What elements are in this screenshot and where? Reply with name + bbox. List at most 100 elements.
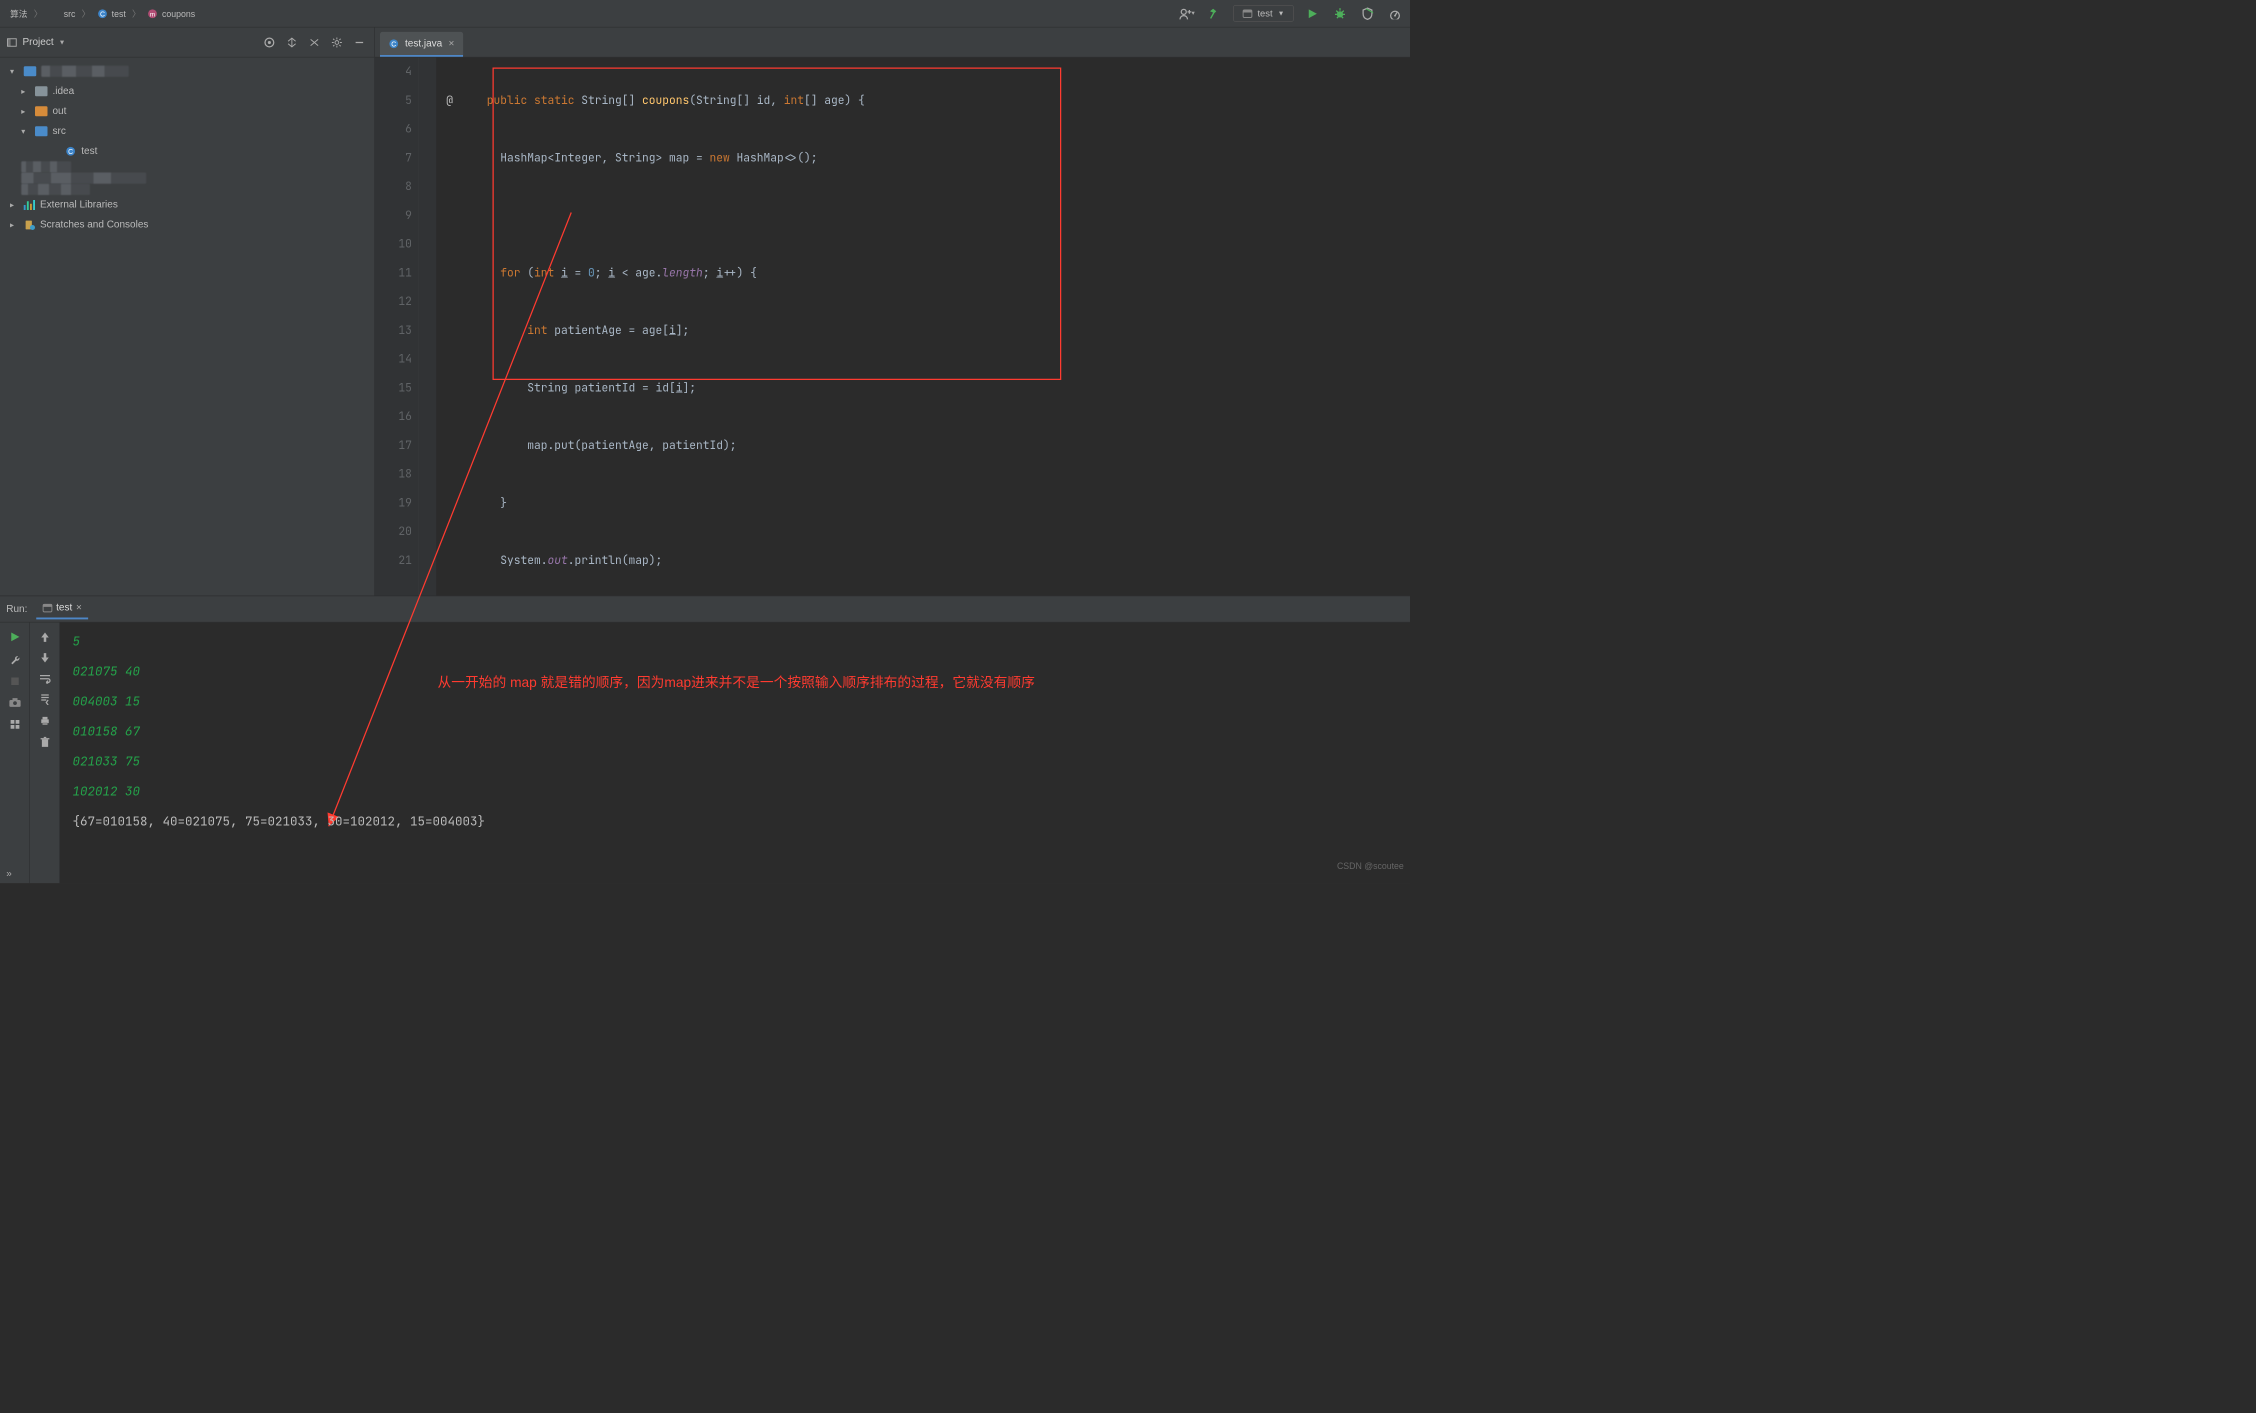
run-side-toolbar-2	[30, 623, 60, 884]
svg-text:C: C	[100, 11, 105, 18]
folder-icon	[24, 66, 37, 76]
folder-icon	[35, 106, 48, 116]
navbar-right: ▾ test ▼	[1178, 5, 1404, 23]
camera-icon[interactable]	[8, 698, 21, 708]
application-icon	[1242, 8, 1252, 18]
svg-text:C: C	[68, 149, 73, 156]
breadcrumb: 算法 〉 src 〉 Ctest 〉 mcoupons	[6, 5, 199, 23]
layout-icon[interactable]	[9, 719, 20, 730]
close-icon[interactable]: ×	[76, 603, 82, 614]
library-icon	[24, 200, 35, 210]
svg-text:C: C	[391, 41, 396, 48]
project-header: Project ▼	[0, 28, 374, 58]
crumb-2[interactable]: Ctest	[93, 5, 130, 21]
hammer-icon[interactable]	[1206, 5, 1224, 23]
class-icon: C	[65, 146, 76, 157]
chevron-right-icon: ▸	[10, 215, 19, 235]
chevron-down-icon: ▾	[10, 61, 19, 81]
class-icon: C	[97, 8, 108, 19]
svg-text:m: m	[150, 11, 155, 18]
navbar: 算法 〉 src 〉 Ctest 〉 mcoupons ▾ test ▼	[0, 0, 1410, 28]
gutter: 456789101112131415161718192021	[375, 58, 419, 596]
collapse-all-icon[interactable]	[306, 33, 324, 51]
tab-label: test.java	[405, 38, 442, 49]
console-line: 021075 40	[73, 656, 1398, 686]
crumb-1[interactable]: src	[45, 5, 79, 21]
minimize-icon[interactable]	[351, 33, 369, 51]
blurred-text	[41, 66, 129, 77]
tree-out[interactable]: ▸out	[0, 101, 374, 121]
chevron-right-icon: ▸	[10, 195, 19, 215]
chevron-down-icon: ▾	[21, 121, 30, 141]
down-icon[interactable]	[40, 653, 49, 664]
tree-scratches[interactable]: ▸Scratches and Consoles	[0, 215, 374, 235]
console-line: 010158 67	[73, 716, 1398, 746]
select-open-file-icon[interactable]	[261, 33, 279, 51]
folder-icon	[35, 126, 48, 136]
run-side-toolbar	[0, 623, 30, 884]
stop-icon[interactable]	[10, 676, 20, 686]
wrench-icon[interactable]	[9, 654, 20, 665]
console-line: 102012 30	[73, 776, 1398, 806]
class-icon: C	[389, 38, 399, 48]
crumb-0[interactable]: 算法	[6, 5, 31, 23]
blurred-text	[21, 161, 71, 172]
method-icon: m	[147, 8, 158, 19]
code-surface[interactable]: @ public static String[] coupons(String[…	[436, 58, 1410, 596]
crumb-3[interactable]: mcoupons	[143, 5, 199, 21]
scroll-end-icon[interactable]	[39, 694, 50, 705]
coverage-icon[interactable]	[1359, 5, 1377, 23]
user-add-icon[interactable]: ▾	[1178, 5, 1196, 23]
close-icon[interactable]: ×	[448, 38, 454, 49]
console-line: {67=010158, 40=021075, 75=021033, 30=102…	[73, 806, 1398, 836]
project-sidebar: Project ▼ ▾ ▸.idea ▸out ▾src Ctest ▸Exte…	[0, 28, 375, 596]
editor-tabs: C test.java ×	[375, 28, 1410, 58]
chevron-right-icon: 〉	[82, 7, 91, 20]
tree-external-libs[interactable]: ▸External Libraries	[0, 195, 374, 215]
expand-all-icon[interactable]	[283, 33, 301, 51]
gear-icon[interactable]	[328, 33, 346, 51]
folder-icon	[35, 86, 48, 96]
project-tree: ▾ ▸.idea ▸out ▾src Ctest ▸External Libra…	[0, 58, 374, 239]
tree-idea[interactable]: ▸.idea	[0, 81, 374, 101]
run-icon[interactable]	[1304, 5, 1322, 23]
up-icon[interactable]	[40, 631, 49, 642]
run-config-select[interactable]: test ▼	[1233, 5, 1294, 22]
chevron-down-icon: ▼	[1278, 10, 1285, 18]
run-header: Run: test ×	[0, 596, 1410, 622]
run-label: Run:	[6, 603, 27, 614]
watermark: CSDN @scoutee	[1337, 851, 1404, 881]
trash-icon[interactable]	[40, 736, 50, 747]
chevron-right-icon: 〉	[34, 7, 43, 20]
print-icon[interactable]	[39, 715, 50, 726]
tree-root[interactable]: ▾	[0, 61, 374, 81]
chevron-down-icon[interactable]: ▼	[59, 38, 66, 46]
tree-src[interactable]: ▾src	[0, 121, 374, 141]
debug-icon[interactable]	[1331, 5, 1349, 23]
editor-surface[interactable]: 456789101112131415161718192021 @ public …	[375, 58, 1410, 596]
tree-blurred-3[interactable]	[0, 184, 374, 195]
run-config-label: test	[1257, 8, 1272, 19]
tree-blurred-2[interactable]	[0, 173, 374, 184]
tab-test-java[interactable]: C test.java ×	[380, 32, 463, 57]
profile-icon[interactable]	[1386, 5, 1404, 23]
soft-wrap-icon[interactable]	[38, 674, 51, 684]
expand-icon[interactable]: »	[6, 868, 12, 879]
console[interactable]: 5 021075 40 004003 15 010158 67 021033 7…	[60, 623, 1410, 884]
project-view-icon	[6, 37, 17, 48]
chevron-right-icon: 〉	[132, 7, 141, 20]
folder-icon	[49, 8, 60, 19]
rerun-icon[interactable]	[9, 631, 20, 642]
chevron-right-icon: ▸	[21, 101, 30, 121]
project-title[interactable]: Project	[23, 37, 54, 48]
scratch-icon	[24, 219, 35, 230]
editor: C test.java × 45678910111213141516171819…	[375, 28, 1410, 596]
run-tab[interactable]: test ×	[36, 599, 88, 620]
run-panel: Run: test ×	[0, 596, 1410, 884]
blurred-text	[21, 173, 146, 184]
console-line: 004003 15	[73, 686, 1398, 716]
chevron-right-icon: ▸	[21, 81, 30, 101]
tree-blurred-1[interactable]	[0, 161, 374, 172]
fold-column	[419, 58, 437, 596]
tree-test-class[interactable]: Ctest	[0, 141, 374, 161]
